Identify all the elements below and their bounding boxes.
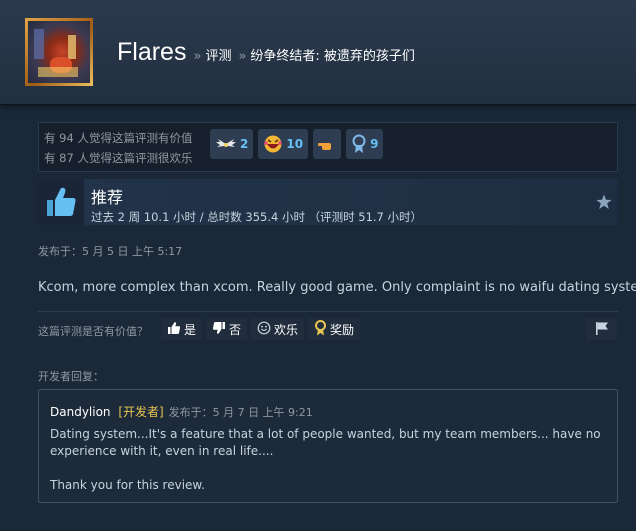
review-stats: 有 94 人觉得这篇评测有价值 有 87 人觉得这篇评测很欢乐 2 10 9 bbox=[38, 122, 618, 172]
helpful-count-text: 有 94 人觉得这篇评测有价值 bbox=[44, 131, 193, 145]
posted-date: 发布于：5 月 5 日 上午 5:17 bbox=[38, 245, 183, 258]
award-medal[interactable]: 9 bbox=[346, 129, 384, 159]
award-button[interactable]: 奖励 bbox=[308, 318, 361, 340]
vote-buttons: 是 否 欢乐 奖励 bbox=[161, 318, 361, 340]
playtime-hours: 过去 2 周 10.1 小时 / 总时数 355.4 小时 （评测时 51.7 … bbox=[91, 210, 423, 224]
review-body: Kcom, more complex than xcom. Really goo… bbox=[38, 280, 636, 295]
wings-award-icon bbox=[215, 136, 237, 152]
flag-icon bbox=[594, 320, 610, 339]
award-finger[interactable] bbox=[313, 129, 342, 159]
breadcrumb: Flares » 评测 » 纷争终结者: 被遗弃的孩子们 bbox=[117, 38, 415, 67]
developer-response-paragraph: Thank you for this review. bbox=[50, 478, 205, 492]
thumbs-down-icon bbox=[212, 321, 226, 338]
avatar-image bbox=[28, 21, 90, 83]
developer-response-header: Dandylion [开发者] 发布于：5 月 7 日 上午 9:21 bbox=[50, 403, 313, 420]
divider bbox=[38, 311, 618, 312]
recommendation-title: 推荐 bbox=[91, 188, 124, 207]
breadcrumb-reviews-link[interactable]: 评测 bbox=[205, 45, 231, 64]
star-icon[interactable] bbox=[596, 194, 612, 214]
recommendation-header: 推荐 过去 2 周 10.1 小时 / 总时数 355.4 小时 （评测时 51… bbox=[38, 179, 618, 225]
vote-no-button[interactable]: 否 bbox=[206, 318, 248, 340]
laughing-face-award-icon bbox=[263, 134, 283, 154]
award-button-label: 奖励 bbox=[330, 322, 355, 337]
vote-yes-button[interactable]: 是 bbox=[161, 318, 203, 340]
thumbs-up-icon bbox=[167, 321, 181, 338]
developer-response-box: Dandylion [开发者] 发布于：5 月 7 日 上午 9:21 Dati… bbox=[38, 389, 618, 503]
award-medal-icon bbox=[314, 319, 327, 339]
avatar[interactable] bbox=[25, 18, 93, 86]
thumbs-up-icon bbox=[38, 179, 84, 225]
developer-response-body: Dating system...It's a feature that a lo… bbox=[50, 426, 605, 494]
award-wings[interactable]: 2 bbox=[210, 129, 254, 159]
breadcrumb-separator: » bbox=[193, 49, 202, 64]
developer-tag: [开发者] bbox=[118, 405, 164, 419]
profile-header: Flares » 评测 » 纷争终结者: 被遗弃的孩子们 bbox=[0, 0, 636, 105]
helpful-prompt: 这篇评测是否有价值？ bbox=[38, 325, 148, 338]
award-count: 10 bbox=[286, 137, 304, 151]
breadcrumb-separator: » bbox=[238, 49, 247, 64]
medal-award-icon bbox=[351, 134, 367, 154]
vote-funny-label: 欢乐 bbox=[274, 322, 299, 337]
award-count: 9 bbox=[370, 137, 379, 151]
developer-name[interactable]: Dandylion bbox=[50, 405, 111, 419]
report-button[interactable] bbox=[586, 318, 617, 340]
funny-count-text: 有 87 人觉得这篇评测很欢乐 bbox=[44, 151, 193, 165]
developer-response-label: 开发者回复： bbox=[38, 370, 104, 383]
vote-yes-label: 是 bbox=[184, 322, 197, 337]
vote-no-label: 否 bbox=[229, 322, 242, 337]
developer-response-date: 发布于：5 月 7 日 上午 9:21 bbox=[168, 406, 313, 419]
smiley-icon bbox=[257, 321, 271, 338]
breadcrumb-game-link[interactable]: 纷争终结者: 被遗弃的孩子们 bbox=[250, 45, 415, 64]
profile-name-link[interactable]: Flares bbox=[117, 38, 186, 67]
vote-funny-button[interactable]: 欢乐 bbox=[251, 318, 305, 340]
award-laughing[interactable]: 10 bbox=[258, 129, 309, 159]
award-count: 2 bbox=[240, 137, 249, 151]
finger-pointing-award-icon bbox=[318, 137, 336, 151]
awards-row: 2 10 9 bbox=[210, 129, 384, 159]
developer-response-paragraph: Dating system...It's a feature that a lo… bbox=[50, 427, 601, 458]
